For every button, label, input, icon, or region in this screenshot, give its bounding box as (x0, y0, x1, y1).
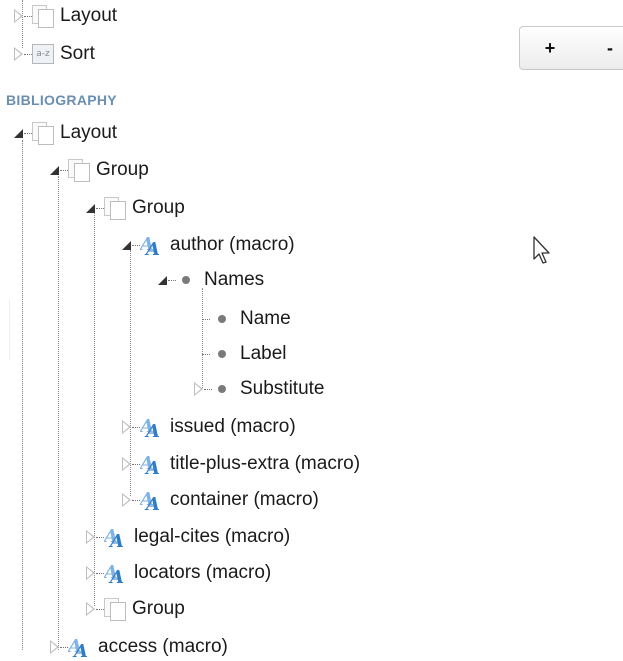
tree-node[interactable]: Group (86, 194, 185, 222)
expand-toggle[interactable] (122, 456, 140, 472)
macro-icon: AA (68, 635, 92, 659)
tree-node[interactable]: AA access (macro) (50, 633, 228, 661)
tree-node-label: Substitute (240, 378, 325, 399)
connector-line (22, 140, 23, 650)
tree-node[interactable]: Label (194, 340, 287, 368)
section-title: BIBLIOGRAPHY (6, 92, 117, 108)
leaf-connector (194, 346, 210, 362)
expand-toggle[interactable] (122, 419, 140, 435)
group-icon (68, 159, 90, 182)
group-icon (104, 197, 126, 220)
tree-node-label: Names (204, 269, 265, 290)
macro-icon: AA (140, 415, 164, 439)
tree-node-label: locators (macro) (134, 562, 272, 583)
expand-toggle[interactable] (194, 381, 212, 397)
expand-toggle[interactable] (14, 8, 32, 24)
tree-node-layout[interactable]: Layout (14, 2, 117, 30)
tree-node[interactable]: AA title-plus-extra (macro) (122, 450, 360, 478)
collapse-toggle[interactable] (14, 125, 32, 141)
tree-node-sort[interactable]: a-z Sort (14, 40, 95, 68)
tree-node-label: legal-cites (macro) (134, 526, 291, 547)
tree-node[interactable]: AA container (macro) (122, 486, 319, 514)
tree-node-label: access (macro) (98, 636, 228, 657)
macro-icon: AA (104, 561, 128, 585)
svg-text:A: A (144, 421, 160, 439)
connector-line (58, 176, 59, 650)
tree-node[interactable]: AA locators (macro) (86, 559, 271, 587)
collapse-toggle[interactable] (122, 237, 140, 253)
tree-node[interactable]: AA legal-cites (macro) (86, 523, 290, 551)
mouse-cursor-icon (533, 236, 553, 271)
tree-node-label: title-plus-extra (macro) (170, 453, 361, 474)
macro-icon: AA (104, 525, 128, 549)
tree-node-label: Group (96, 159, 149, 180)
expand-toggle[interactable] (122, 492, 140, 508)
collapse-toggle[interactable] (50, 162, 68, 178)
svg-text:A: A (144, 494, 160, 512)
svg-text:A: A (144, 239, 160, 257)
macro-icon: AA (140, 452, 164, 476)
expand-toggle[interactable] (86, 601, 104, 617)
collapse-toggle[interactable] (158, 272, 176, 288)
tree-node[interactable]: Group (50, 156, 149, 184)
leaf-connector (194, 311, 210, 327)
connector-line (202, 288, 203, 388)
tree-node-label: Layout (60, 5, 118, 26)
tree-guide (9, 300, 10, 360)
tree-node-label: issued (macro) (170, 416, 296, 437)
bullet-icon (218, 315, 226, 323)
tree-node-label: Label (240, 343, 287, 364)
svg-text:A: A (72, 641, 88, 659)
expand-toggle[interactable] (14, 46, 32, 62)
tree-node-label: Name (240, 308, 291, 329)
macro-icon: AA (140, 488, 164, 512)
expand-toggle[interactable] (86, 565, 104, 581)
macro-icon: AA (140, 233, 164, 257)
sort-icon: a-z (32, 44, 54, 64)
group-icon (104, 598, 126, 621)
tree-node[interactable]: AA issued (macro) (122, 413, 296, 441)
tree-node-label: Sort (60, 43, 95, 64)
tree-node-label: author (macro) (170, 234, 295, 255)
tree-node[interactable]: Name (194, 305, 291, 333)
tree-node[interactable]: Group (86, 595, 185, 623)
tree-node-label: Group (132, 197, 185, 218)
tree-node-label: Layout (60, 122, 118, 143)
collapse-toggle[interactable] (86, 200, 104, 216)
tree-node[interactable]: Names (158, 266, 264, 294)
bullet-icon (182, 276, 190, 284)
layout-icon (32, 5, 54, 28)
zoom-out-button[interactable]: - (580, 38, 623, 59)
tree-node[interactable]: Substitute (194, 375, 325, 403)
expand-toggle[interactable] (86, 529, 104, 545)
svg-text:A: A (108, 531, 124, 549)
svg-text:A: A (108, 567, 124, 585)
svg-text:A: A (144, 458, 160, 476)
zoom-control: + - (519, 26, 623, 70)
zoom-in-button[interactable]: + (520, 38, 580, 59)
bullet-icon (218, 350, 226, 358)
tree-node[interactable]: AA author (macro) (122, 231, 295, 259)
tree-node-label: container (macro) (170, 489, 319, 510)
tree-node-label: Group (132, 598, 185, 619)
tree-node[interactable]: Layout (14, 119, 117, 147)
bullet-icon (218, 385, 226, 393)
layout-icon (32, 122, 54, 145)
